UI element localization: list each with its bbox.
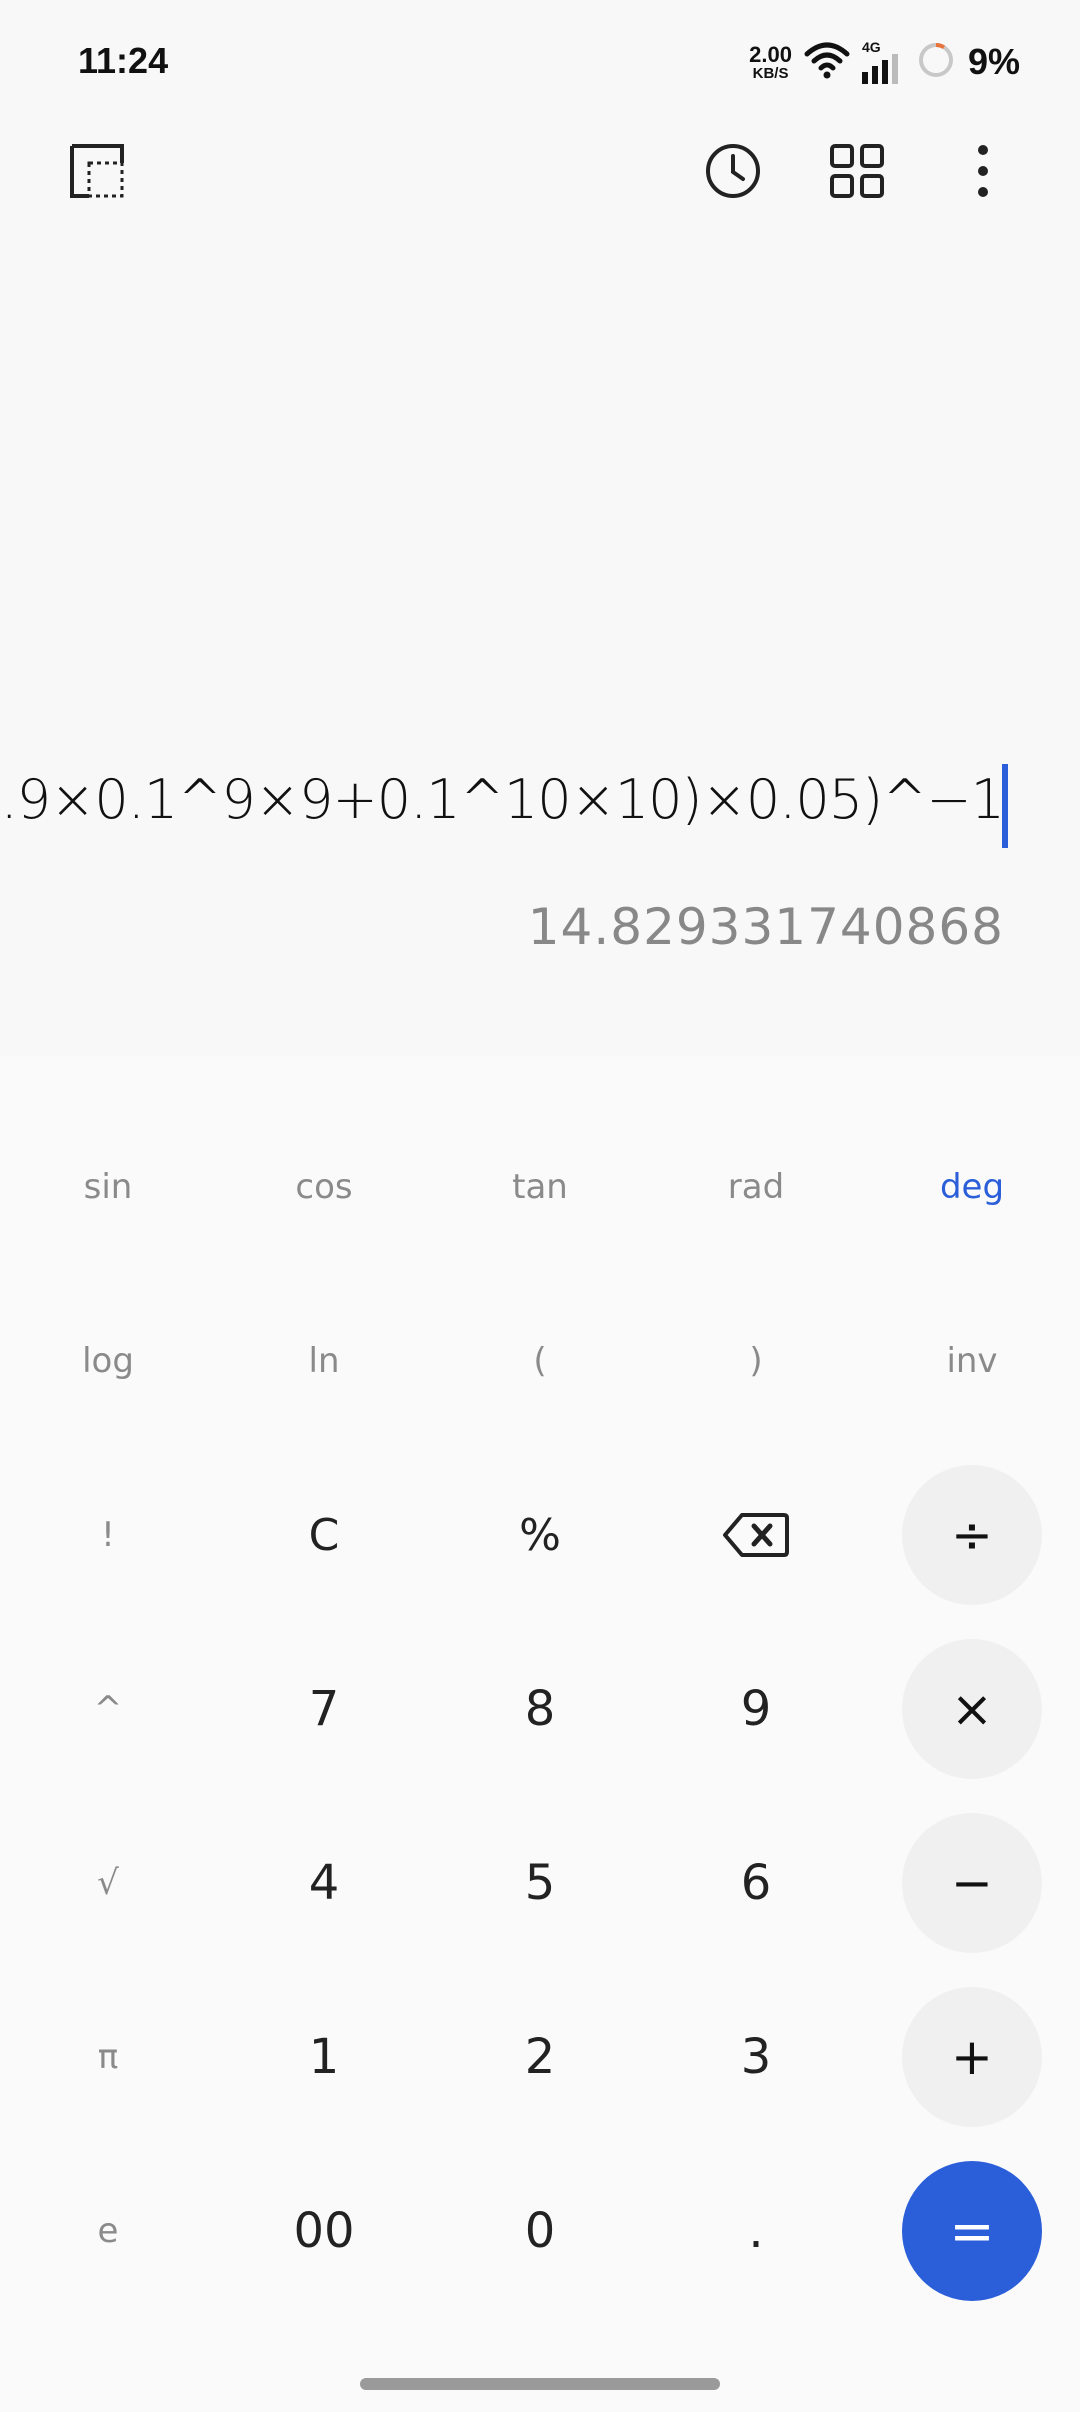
- key-multiply[interactable]: ×: [902, 1639, 1042, 1779]
- key-open-paren[interactable]: (: [470, 1291, 610, 1431]
- status-bar: 11:24 2.00 KB/S 4G 9%: [0, 0, 1080, 124]
- mini-window-icon[interactable]: [64, 138, 130, 204]
- backspace-icon: [723, 1513, 789, 1557]
- history-icon[interactable]: [700, 138, 766, 204]
- keypad: sin cos tan rad deg log ln ( ) inv ! C %…: [0, 1100, 1080, 2301]
- key-log[interactable]: log: [38, 1291, 178, 1431]
- key-sin[interactable]: sin: [38, 1117, 178, 1257]
- key-e[interactable]: e: [38, 2161, 178, 2301]
- key-9[interactable]: 9: [686, 1639, 826, 1779]
- key-inv[interactable]: inv: [902, 1291, 1042, 1431]
- key-decimal[interactable]: .: [686, 2161, 826, 2301]
- key-cos[interactable]: cos: [254, 1117, 394, 1257]
- equals-button[interactable]: =: [902, 2161, 1042, 2301]
- key-add[interactable]: +: [902, 1987, 1042, 2127]
- key-close-paren[interactable]: ): [686, 1291, 826, 1431]
- key-divide[interactable]: ÷: [902, 1465, 1042, 1605]
- converter-grid-icon[interactable]: [824, 138, 890, 204]
- wifi-icon: [804, 40, 850, 85]
- key-power[interactable]: ^: [38, 1639, 178, 1779]
- key-pi[interactable]: π: [38, 1987, 178, 2127]
- signal-icon: 4G: [861, 39, 904, 84]
- more-icon[interactable]: [950, 138, 1016, 204]
- key-5[interactable]: 5: [470, 1813, 610, 1953]
- key-2[interactable]: 2: [470, 1987, 610, 2127]
- result-preview: 14.829331740868: [527, 898, 1004, 956]
- network-type-label: 4G: [861, 39, 881, 55]
- key-00[interactable]: 00: [254, 2161, 394, 2301]
- net-speed: 2.00 KB/S: [749, 41, 792, 82]
- key-sqrt[interactable]: √: [38, 1813, 178, 1953]
- net-speed-unit: KB/S: [752, 64, 789, 82]
- key-7[interactable]: 7: [254, 1639, 394, 1779]
- key-ln[interactable]: ln: [254, 1291, 394, 1431]
- calculator-display: ^8×8+10×0.9×0.1^9×9+0.1^10×10)×0.05)^−1 …: [0, 740, 1080, 1040]
- text-cursor: [1002, 764, 1008, 848]
- status-icons: 2.00 KB/S 4G 9%: [749, 36, 1020, 88]
- key-4[interactable]: 4: [254, 1813, 394, 1953]
- key-3[interactable]: 3: [686, 1987, 826, 2127]
- key-8[interactable]: 8: [470, 1639, 610, 1779]
- key-0[interactable]: 0: [470, 2161, 610, 2301]
- key-6[interactable]: 6: [686, 1813, 826, 1953]
- battery-percent: 9%: [967, 41, 1020, 82]
- expression-input[interactable]: ^8×8+10×0.9×0.1^9×9+0.1^10×10)×0.05)^−1: [0, 768, 1004, 831]
- key-percent[interactable]: %: [470, 1465, 610, 1605]
- key-factorial[interactable]: !: [38, 1465, 178, 1605]
- key-1[interactable]: 1: [254, 1987, 394, 2127]
- status-time: 11:24: [78, 40, 169, 81]
- key-tan[interactable]: tan: [470, 1117, 610, 1257]
- key-deg[interactable]: deg: [902, 1117, 1042, 1257]
- key-clear[interactable]: C: [254, 1465, 394, 1605]
- backspace-button[interactable]: [686, 1465, 826, 1605]
- home-indicator[interactable]: [360, 2378, 720, 2390]
- key-subtract[interactable]: −: [902, 1813, 1042, 1953]
- expression-text: ^8×8+10×0.9×0.1^9×9+0.1^10×10)×0.05)^−1: [0, 768, 1004, 831]
- battery-ring-icon: [916, 40, 956, 85]
- key-rad[interactable]: rad: [686, 1117, 826, 1257]
- net-speed-value: 2.00: [749, 41, 792, 67]
